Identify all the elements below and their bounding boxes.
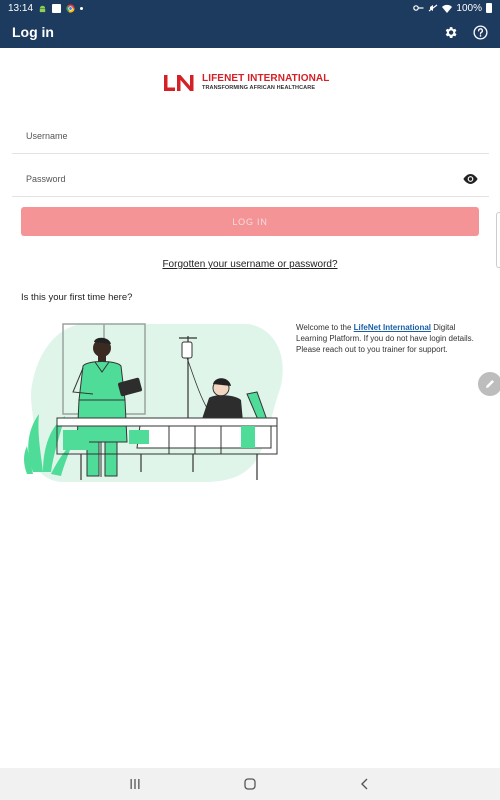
logo-tagline: TRANSFORMING AFRICAN HEALTHCARE <box>202 85 316 92</box>
notification-icon <box>52 3 62 13</box>
forgot-credentials-row: Forgotten your username or password? <box>0 259 500 270</box>
welcome-text: Welcome to the LifeNet International Dig… <box>296 322 486 355</box>
status-time: 13:14 <box>8 2 34 14</box>
show-password-button[interactable] <box>461 170 479 188</box>
help-icon <box>472 24 488 40</box>
home-button[interactable] <box>240 774 260 794</box>
password-field[interactable] <box>12 161 489 196</box>
welcome-text-pre: Welcome to the <box>296 323 354 332</box>
forgot-credentials-link[interactable]: Forgotten your username or password? <box>162 259 337 270</box>
app-bar: Log in <box>0 16 500 48</box>
android-icon <box>39 5 46 12</box>
back-button[interactable] <box>355 774 375 794</box>
help-button[interactable] <box>472 24 488 40</box>
wifi-icon <box>442 4 453 13</box>
logo-name: LIFENET INTERNATIONAL <box>202 73 330 85</box>
battery-icon <box>486 3 492 13</box>
more-notifications-icon <box>80 6 84 10</box>
gear-icon <box>445 26 456 38</box>
settings-button[interactable] <box>442 24 458 40</box>
pencil-icon <box>486 380 494 388</box>
vpn-key-icon <box>413 5 424 11</box>
lifenet-logo: LIFENET INTERNATIONAL TRANSFORMING AFRIC… <box>163 72 329 94</box>
login-button[interactable]: LOG IN <box>21 207 479 236</box>
mute-icon <box>429 4 438 12</box>
password-field-container <box>12 161 489 197</box>
username-field-container <box>12 118 489 154</box>
recent-apps-button[interactable] <box>125 774 145 794</box>
recent-apps-icon <box>130 779 140 789</box>
system-nav-bar <box>0 768 500 800</box>
first-time-heading: Is this your first time here? <box>21 292 133 303</box>
back-icon <box>361 778 368 790</box>
edit-button[interactable] <box>478 372 500 396</box>
eye-icon <box>462 174 478 184</box>
page-title: Log in <box>12 24 54 40</box>
lifenet-logo-mark <box>164 75 194 91</box>
status-bar: 13:14 100% <box>0 0 500 16</box>
lifenet-link[interactable]: LifeNet International <box>354 323 431 332</box>
username-field[interactable] <box>12 118 489 153</box>
battery-percent: 100% <box>456 2 482 14</box>
chrome-icon <box>66 3 75 13</box>
hospital-illustration <box>24 323 283 482</box>
edge-panel-handle[interactable] <box>496 212 500 268</box>
home-icon <box>244 778 256 790</box>
